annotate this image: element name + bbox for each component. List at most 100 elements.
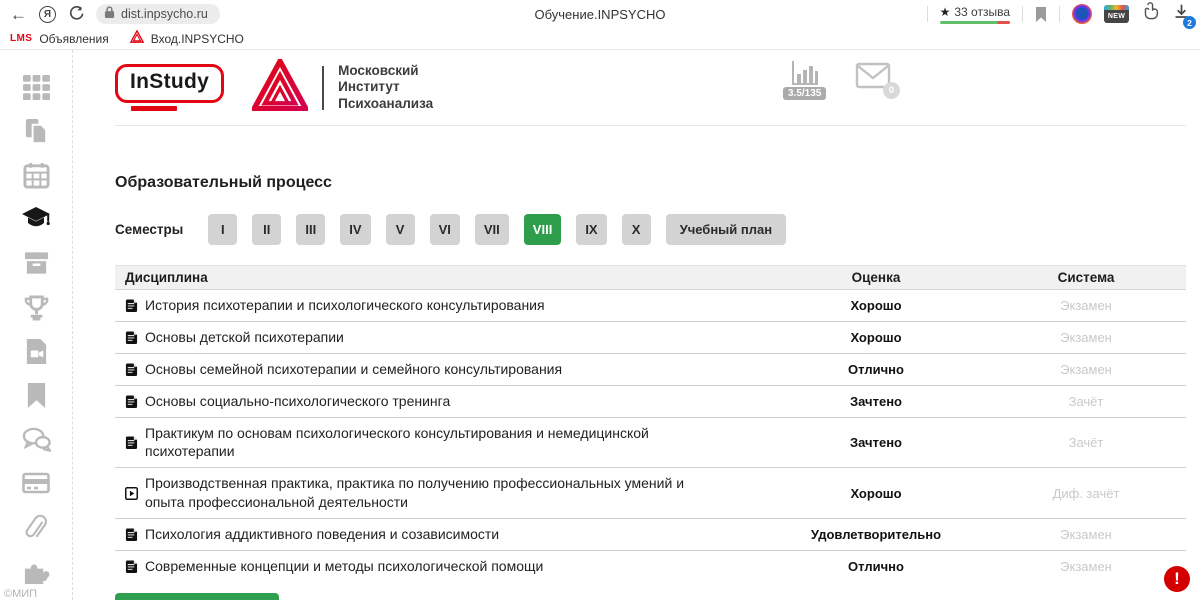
semester-button-VII[interactable]: VII [475,214,509,245]
semester-button-IX[interactable]: IX [576,214,606,245]
table-row[interactable]: Основы социально-психологического тренин… [115,386,1186,418]
bookmark-flag-icon[interactable] [1035,7,1047,22]
discipline-name: Производственная практика, практика по п… [145,474,766,512]
toolbar-separator [1022,6,1023,22]
url-text: dist.inpsycho.ru [121,7,208,21]
page-title: Образовательный процесс [115,174,1186,192]
bookmarks-bar: LMS Объявления Вход.INPSYCHO [0,28,1200,50]
progress-badge: 3.5/135 [783,87,826,100]
browser-logo-icon[interactable]: Я [39,6,56,23]
new-badge-icon[interactable]: NEW [1104,5,1129,23]
star-icon: ★ [940,5,951,19]
semester-button-VI[interactable]: VI [430,214,460,245]
grid-icon[interactable] [21,72,51,102]
disciplines-table: Дисциплина Оценка Система История психот… [115,265,1186,582]
grading-system: Диф. зачёт [986,486,1186,501]
semester-button-II[interactable]: II [252,214,281,245]
calendar-icon[interactable] [21,160,51,190]
trophy-icon[interactable] [21,292,51,322]
table-row[interactable]: Основы детской психотерапии Хорошо Экзам… [115,322,1186,354]
gradebook-button[interactable]: Зачётная книжка [115,593,279,600]
main-content: InStudy Московский Институт Психоанализа [73,50,1200,600]
grade-value: Хорошо [766,298,986,313]
semester-button-X[interactable]: X [622,214,651,245]
grading-system: Экзамен [986,362,1186,377]
semester-button-I[interactable]: I [208,214,237,245]
grade-value: Зачтено [766,435,986,450]
page-tab-title: Обучение.INPSYCHO [535,0,666,28]
grade-value: Удовлетворительно [766,527,986,542]
address-bar[interactable]: dist.inpsycho.ru [96,4,220,24]
book-icon [125,331,138,344]
download-count-badge: 2 [1183,16,1196,29]
back-button[interactable]: ← [10,6,27,23]
logo-divider [322,66,324,110]
graduation-cap-icon[interactable] [21,204,51,234]
table-row[interactable]: Психология аддиктивного поведения и соза… [115,519,1186,551]
instudy-logo-text: InStudy [115,64,224,103]
video-icon [125,487,138,500]
grading-system: Экзамен [986,559,1186,574]
profile-avatar-icon[interactable] [1072,4,1092,24]
book-icon [125,560,138,573]
discipline-name: Основы социально-психологического тренин… [145,392,490,411]
download-icon[interactable]: 2 [1173,3,1190,25]
extension-glove-icon[interactable] [1141,2,1161,26]
instudy-logo[interactable]: InStudy [115,64,224,111]
grading-system: Экзамен [986,298,1186,313]
archive-box-icon[interactable] [21,248,51,278]
grade-value: Отлично [766,559,986,574]
table-row[interactable]: Основы семейной психотерапии и семейного… [115,354,1186,386]
grading-system: Зачёт [986,394,1186,409]
semester-button-IV[interactable]: IV [340,214,370,245]
discipline-name: Современные концепции и методы психологи… [145,557,583,576]
discipline-name: Практикум по основам психологического ко… [145,424,766,462]
site-reviews[interactable]: ★ 33 отзыва [940,5,1010,24]
table-row[interactable]: Современные концепции и методы психологи… [115,551,1186,582]
alert-notification-icon[interactable]: ! [1164,566,1190,592]
table-row[interactable]: История психотерапии и психологического … [115,290,1186,322]
messages-widget[interactable]: 0 [855,62,891,94]
header-discipline: Дисциплина [115,270,766,285]
paperclip-icon[interactable] [21,512,51,542]
table-row[interactable]: Практикум по основам психологического ко… [115,418,1186,469]
browser-chrome: ← Я dist.inpsycho.ru Обучение.INPSYCHO ★… [0,0,1200,50]
browser-toolbar: ← Я dist.inpsycho.ru Обучение.INPSYCHO ★… [0,0,1200,28]
sidebar-nav: ⚙ ©МИП [0,50,73,600]
table-row[interactable]: Производственная практика, практика по п… [115,468,1186,519]
video-file-icon[interactable] [21,336,51,366]
header-system: Система [986,270,1186,285]
credit-card-icon[interactable] [21,468,51,498]
curriculum-button[interactable]: Учебный план [666,214,786,245]
book-icon [125,436,138,449]
book-icon [125,528,138,541]
copyright-label: ©МИП [4,588,37,600]
site-header: InStudy Московский Институт Психоанализа [115,50,1186,126]
toolbar-separator [927,6,928,22]
discipline-name: Основы детской психотерапии [145,328,384,347]
grade-value: Хорошо [766,486,986,501]
mip-triangle-logo[interactable] [252,59,308,116]
book-icon [125,363,138,376]
rating-bar [940,21,1010,24]
documents-icon[interactable] [21,116,51,146]
grading-system: Экзамен [986,527,1186,542]
book-icon [125,395,138,408]
semester-button-III[interactable]: III [296,214,325,245]
puzzle-icon[interactable] [21,556,51,586]
confetti-stripe [1104,5,1129,10]
semester-button-V[interactable]: V [386,214,415,245]
discipline-name: История психотерапии и психологического … [145,296,585,315]
bar-chart-icon [790,59,820,86]
bookmark-item-announcements[interactable]: Объявления [39,32,108,46]
grade-value: Хорошо [766,330,986,345]
bookmark-item-login[interactable]: Вход.INPSYCHO [151,32,244,46]
table-header-row: Дисциплина Оценка Система [115,265,1186,290]
bookmark-icon[interactable] [21,380,51,410]
book-icon [125,299,138,312]
chat-icon[interactable] [21,424,51,454]
progress-stats-widget[interactable]: 3.5/135 [783,59,826,100]
refresh-button[interactable] [68,5,84,24]
grade-value: Зачтено [766,394,986,409]
semester-button-VIII[interactable]: VIII [524,214,562,245]
